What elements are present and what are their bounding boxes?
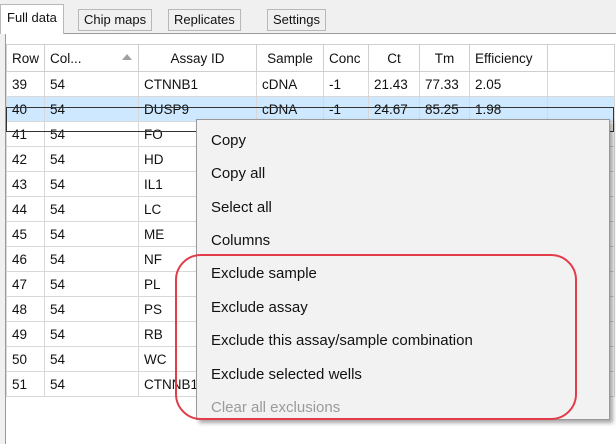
table-cell: 54 [44,296,139,322]
table-cell: cDNA [256,71,324,97]
table-cell: 24.67 [368,96,420,122]
menu-item-copy-all[interactable]: Copy all [211,157,265,190]
menu-item-select-all[interactable]: Select all [211,191,272,224]
table-cell: -1 [323,71,369,97]
table-cell: 40 [6,96,45,122]
table-cell: 54 [44,96,139,122]
table-cell: 41 [6,121,45,147]
column-header-efficiency[interactable]: Efficiency [469,44,548,72]
table-row[interactable]: 40 54 DUSP9 cDNA -1 24.67 85.25 1.98 [6,96,615,122]
table-cell: 39 [6,71,45,97]
table-cell: 43 [6,171,45,197]
table-cell: 48 [6,296,45,322]
column-header-assay-id[interactable]: Assay ID [138,44,257,72]
table-cell: 54 [44,271,139,297]
column-header-empty [547,44,615,72]
table-cell: 46 [6,246,45,272]
table-cell: -1 [323,96,369,122]
tab-full-data[interactable]: Full data [0,4,64,34]
table-cell: 51 [6,371,45,397]
menu-item-copy[interactable]: Copy [211,124,246,157]
table-cell: 54 [44,221,139,247]
table-cell: 54 [44,371,139,397]
tab-chip-maps[interactable]: Chip maps [78,9,153,31]
column-header-col[interactable]: Col... [44,44,139,72]
table-cell: DUSP9 [138,96,257,122]
table-cell: cDNA [256,96,324,122]
table-cell: 54 [44,71,139,97]
column-header-ct[interactable]: Ct [368,44,420,72]
table-cell [547,71,615,97]
table-cell: 54 [44,321,139,347]
column-header-conc[interactable]: Conc [323,44,369,72]
grid-header-row: Row Col... Assay ID Sample Conc Ct Tm Ef… [6,44,615,72]
menu-item-exclude-selected-wells[interactable]: Exclude selected wells [211,358,362,391]
table-cell: 54 [44,121,139,147]
table-cell: 44 [6,196,45,222]
menu-item-exclude-combination[interactable]: Exclude this assay/sample combination [211,324,473,357]
column-header-row[interactable]: Row [6,44,45,72]
menu-item-columns[interactable]: Columns [211,224,270,257]
table-cell: 47 [6,271,45,297]
table-row[interactable]: 39 54 CTNNB1 cDNA -1 21.43 77.33 2.05 [6,71,615,97]
table-cell: 50 [6,346,45,372]
table-cell: 1.98 [469,96,548,122]
column-header-tm[interactable]: Tm [419,44,470,72]
column-header-sample[interactable]: Sample [256,44,324,72]
table-cell: CTNNB1 [138,71,257,97]
table-cell: 77.33 [419,71,470,97]
table-cell: 54 [44,196,139,222]
table-cell: 54 [44,346,139,372]
menu-item-clear-all-exclusions: Clear all exclusions [211,399,341,416]
table-cell: 54 [44,146,139,172]
context-menu: Copy Copy all Select all Columns Exclude… [196,119,610,420]
table-cell: 54 [44,246,139,272]
sort-ascending-icon [122,54,132,60]
table-cell: 45 [6,221,45,247]
table-cell: 54 [44,171,139,197]
tab-replicates[interactable]: Replicates [168,9,241,31]
menu-item-exclude-assay[interactable]: Exclude assay [211,291,308,324]
table-cell: 49 [6,321,45,347]
table-cell [547,96,615,122]
tab-settings[interactable]: Settings [267,9,326,31]
table-cell: 2.05 [469,71,548,97]
table-cell: 21.43 [368,71,420,97]
tab-strip: Full data Chip maps Replicates Settings [0,0,616,34]
table-cell: 42 [6,146,45,172]
menu-item-exclude-sample[interactable]: Exclude sample [211,257,317,290]
table-cell: 85.25 [419,96,470,122]
